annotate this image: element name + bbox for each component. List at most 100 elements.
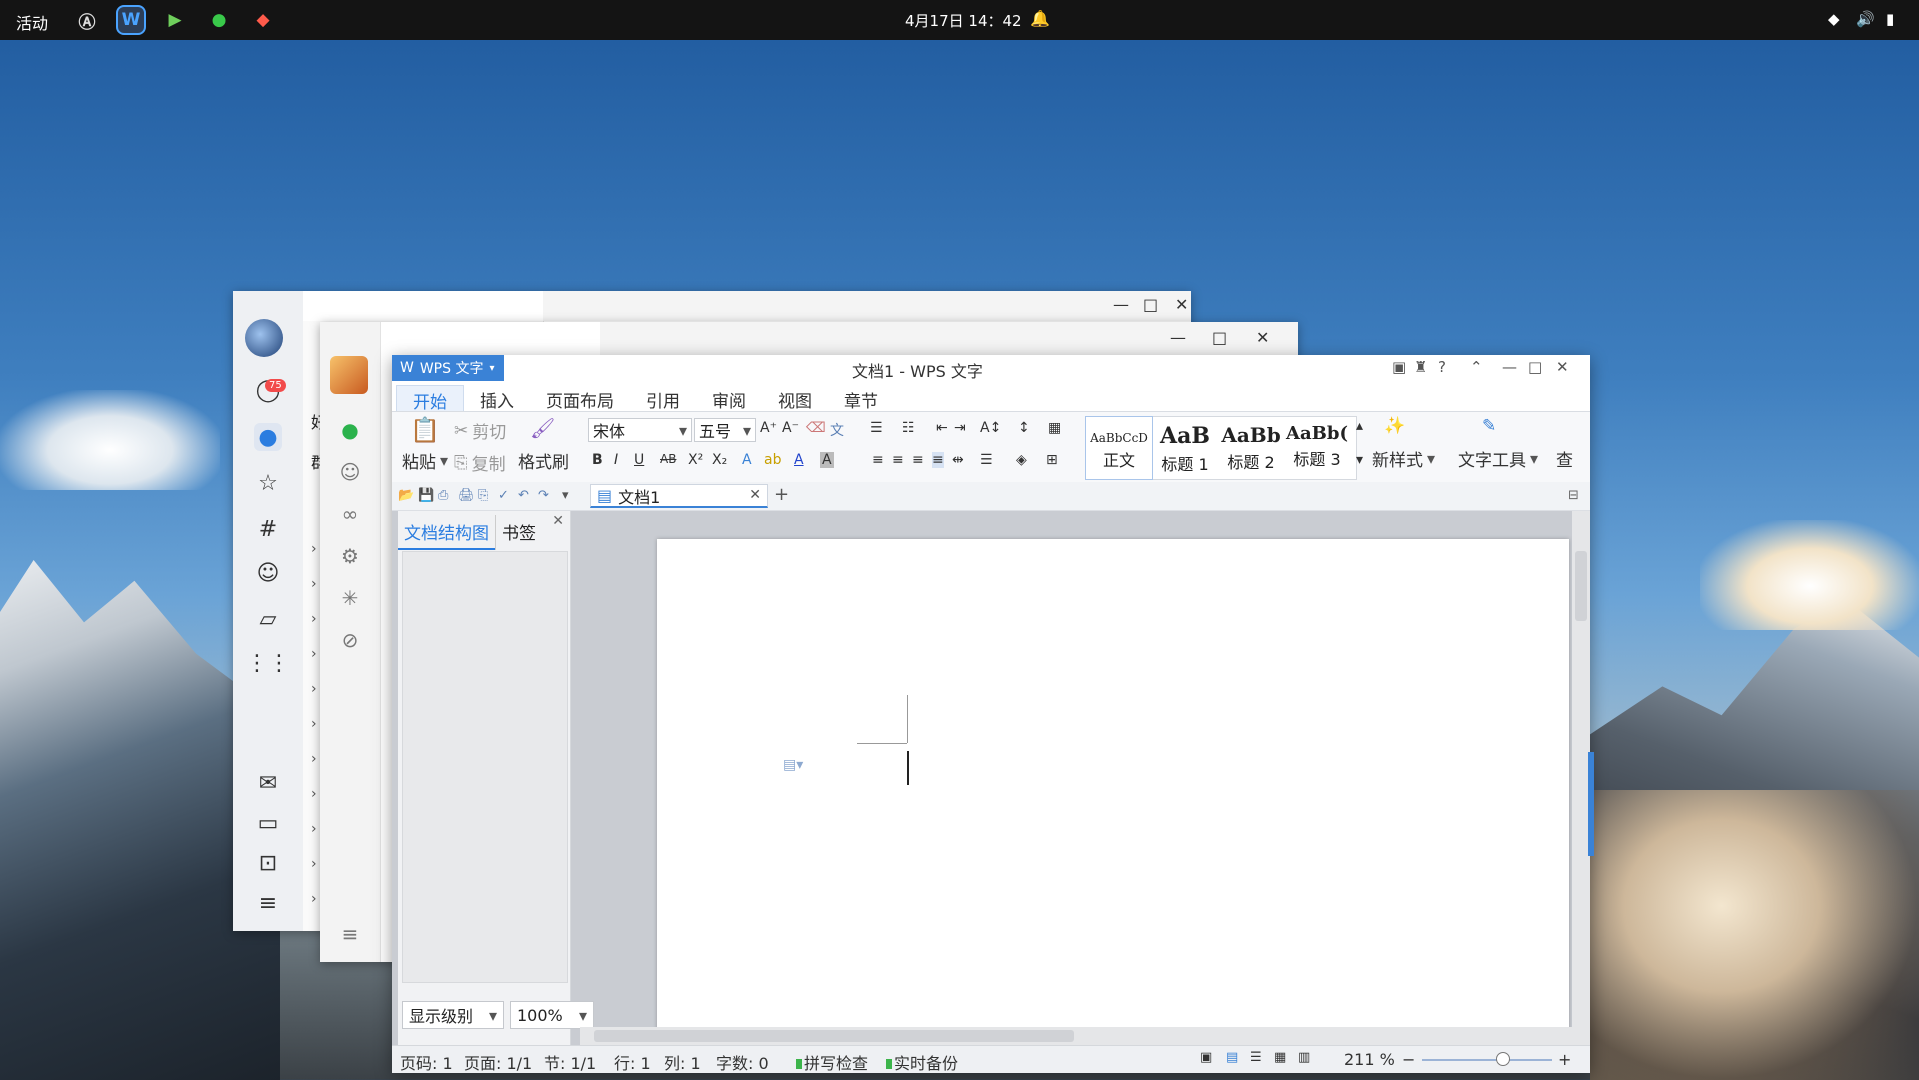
- save-icon[interactable]: 💾: [418, 488, 434, 503]
- sort-icon[interactable]: ↕: [1018, 420, 1030, 436]
- close-icon[interactable]: ✕: [1256, 328, 1269, 347]
- contacts-icon[interactable]: ●: [254, 423, 282, 451]
- maximize-icon[interactable]: □: [1528, 358, 1542, 376]
- justify-icon[interactable]: ≡: [932, 452, 944, 468]
- format-painter-icon[interactable]: 🖌: [530, 416, 555, 440]
- text-direction-icon[interactable]: A↕: [980, 420, 1001, 436]
- chevron-right-icon[interactable]: ›: [311, 891, 317, 907]
- level-select[interactable]: 显示级别 ▾: [402, 1001, 504, 1029]
- table-icon[interactable]: ▦: [1048, 420, 1061, 436]
- restore-icon[interactable]: ▣: [1392, 358, 1406, 376]
- copy-button[interactable]: ⎘ 复制: [454, 450, 506, 476]
- pane-zoom-select[interactable]: 100% ▾: [510, 1001, 594, 1029]
- zoom-slider[interactable]: [1422, 1059, 1552, 1061]
- vertical-scroll-thumb[interactable]: [1575, 551, 1587, 621]
- zoom-level[interactable]: 211 %: [1344, 1050, 1395, 1069]
- minimize-icon[interactable]: —: [1170, 328, 1186, 347]
- hashtag-icon[interactable]: #: [254, 515, 282, 543]
- app-store-icon[interactable]: Ⓐ: [72, 5, 102, 35]
- chevron-right-icon[interactable]: ›: [311, 681, 317, 697]
- document-tab[interactable]: ▤ 文档1 ✕: [590, 484, 768, 508]
- status-section[interactable]: 节: 1/1: [544, 1050, 596, 1074]
- horizontal-scroll-thumb[interactable]: [594, 1030, 1074, 1042]
- help-icon[interactable]: ?: [1438, 358, 1446, 376]
- paragraph-layout-icon[interactable]: ▤▾: [783, 757, 803, 773]
- discover-icon[interactable]: ✳: [336, 584, 364, 612]
- fullscreen-icon[interactable]: ▣: [1200, 1050, 1212, 1065]
- zoom-slider-handle[interactable]: [1496, 1052, 1510, 1066]
- read-mode-icon[interactable]: ▥: [1298, 1050, 1310, 1065]
- web-view-icon[interactable]: ▦: [1274, 1050, 1286, 1065]
- zoom-in-icon[interactable]: +: [1558, 1050, 1571, 1069]
- wps-menu-button[interactable]: W WPS 文字 ▾: [392, 355, 504, 381]
- skin-icon[interactable]: ♜: [1414, 358, 1427, 376]
- strikethrough-icon[interactable]: AB: [660, 452, 676, 466]
- wifi-icon[interactable]: ◆: [1828, 10, 1840, 28]
- cut-button[interactable]: ✂ 剪切: [454, 418, 506, 444]
- close-icon[interactable]: ✕: [1175, 295, 1188, 314]
- page-view-icon[interactable]: ▤: [1226, 1050, 1238, 1065]
- decrease-indent-icon[interactable]: ⇤: [936, 420, 948, 436]
- battery-icon[interactable]: ▮: [1886, 10, 1894, 28]
- wechat-icon[interactable]: ●: [204, 5, 234, 35]
- document-page[interactable]: ▤▾: [657, 539, 1569, 1039]
- italic-icon[interactable]: I: [614, 452, 618, 468]
- highlight-icon[interactable]: ab: [764, 452, 781, 468]
- superscript-icon[interactable]: X²: [688, 452, 703, 468]
- close-tab-icon[interactable]: ✕: [749, 487, 761, 503]
- bot-icon[interactable]: ☺: [254, 559, 282, 587]
- chevron-right-icon[interactable]: ›: [311, 611, 317, 627]
- avatar[interactable]: [330, 356, 368, 394]
- clear-format-icon[interactable]: ⌫: [806, 420, 826, 436]
- link-icon[interactable]: ⊘: [336, 626, 364, 654]
- volume-icon[interactable]: 🔊: [1856, 10, 1875, 28]
- align-center-icon[interactable]: ≡: [892, 452, 904, 468]
- new-tab-icon[interactable]: +: [774, 484, 789, 505]
- style-heading-2[interactable]: AaBb 标题 2: [1218, 417, 1284, 479]
- bold-icon[interactable]: B: [592, 452, 603, 468]
- paste-button[interactable]: 粘贴 ▾: [402, 448, 448, 473]
- chevron-right-icon[interactable]: ›: [311, 751, 317, 767]
- customize-toolbar-icon[interactable]: ▾: [562, 488, 569, 503]
- tab-page-layout[interactable]: 页面布局: [530, 385, 630, 412]
- line-spacing-icon[interactable]: ☰: [980, 452, 993, 468]
- chevron-right-icon[interactable]: ›: [311, 646, 317, 662]
- increase-indent-icon[interactable]: ⇥: [954, 420, 966, 436]
- activities-button[interactable]: 活动: [16, 10, 48, 34]
- align-right-icon[interactable]: ≡: [912, 452, 924, 468]
- export-pdf-icon[interactable]: ⎙: [438, 488, 448, 503]
- clock[interactable]: 4月17日 14：42: [905, 10, 1022, 31]
- contacts-icon[interactable]: ☺: [336, 458, 364, 486]
- chevron-right-icon[interactable]: ›: [311, 821, 317, 837]
- chat-icon[interactable]: ●: [336, 416, 364, 444]
- outline-view-icon[interactable]: ☰: [1250, 1050, 1262, 1065]
- numbered-list-icon[interactable]: ☷: [902, 420, 915, 436]
- shading-icon[interactable]: ◈: [1016, 452, 1027, 468]
- close-pane-icon[interactable]: ✕: [552, 513, 564, 529]
- menu-icon[interactable]: ≡: [336, 920, 364, 948]
- text-effect-icon[interactable]: A: [742, 452, 752, 468]
- borders-icon[interactable]: ⊞: [1046, 452, 1058, 468]
- live-backup-toggle[interactable]: 实时备份: [886, 1050, 958, 1074]
- moments-icon[interactable]: ∞: [336, 500, 364, 528]
- chevron-right-icon[interactable]: ›: [311, 716, 317, 732]
- shrink-font-icon[interactable]: A⁻: [782, 420, 799, 436]
- style-normal[interactable]: AaBbCcD 正文: [1085, 416, 1153, 480]
- open-icon[interactable]: 📂: [398, 488, 414, 503]
- undo-icon[interactable]: ↶: [518, 488, 529, 503]
- chevron-right-icon[interactable]: ›: [311, 541, 317, 557]
- tab-references[interactable]: 引用: [630, 385, 696, 412]
- folder-icon[interactable]: ▭: [254, 809, 282, 837]
- text-tools-button[interactable]: 文字工具 ▾: [1458, 446, 1538, 471]
- media-player-icon[interactable]: ▶: [160, 5, 190, 35]
- style-heading-3[interactable]: AaBb( 标题 3: [1284, 417, 1350, 479]
- tab-chapter[interactable]: 章节: [828, 385, 894, 412]
- minimize-icon[interactable]: —: [1502, 358, 1517, 376]
- tab-home[interactable]: 开始: [396, 385, 464, 413]
- avatar[interactable]: [245, 319, 283, 357]
- status-page-code[interactable]: 页码: 1: [400, 1050, 453, 1074]
- style-heading-1[interactable]: AaB 标题 1: [1152, 417, 1218, 479]
- style-scroll-up-icon[interactable]: ▴: [1356, 418, 1363, 434]
- font-size-select[interactable]: 五号 ▾: [694, 418, 756, 442]
- font-color-icon[interactable]: A: [794, 452, 804, 468]
